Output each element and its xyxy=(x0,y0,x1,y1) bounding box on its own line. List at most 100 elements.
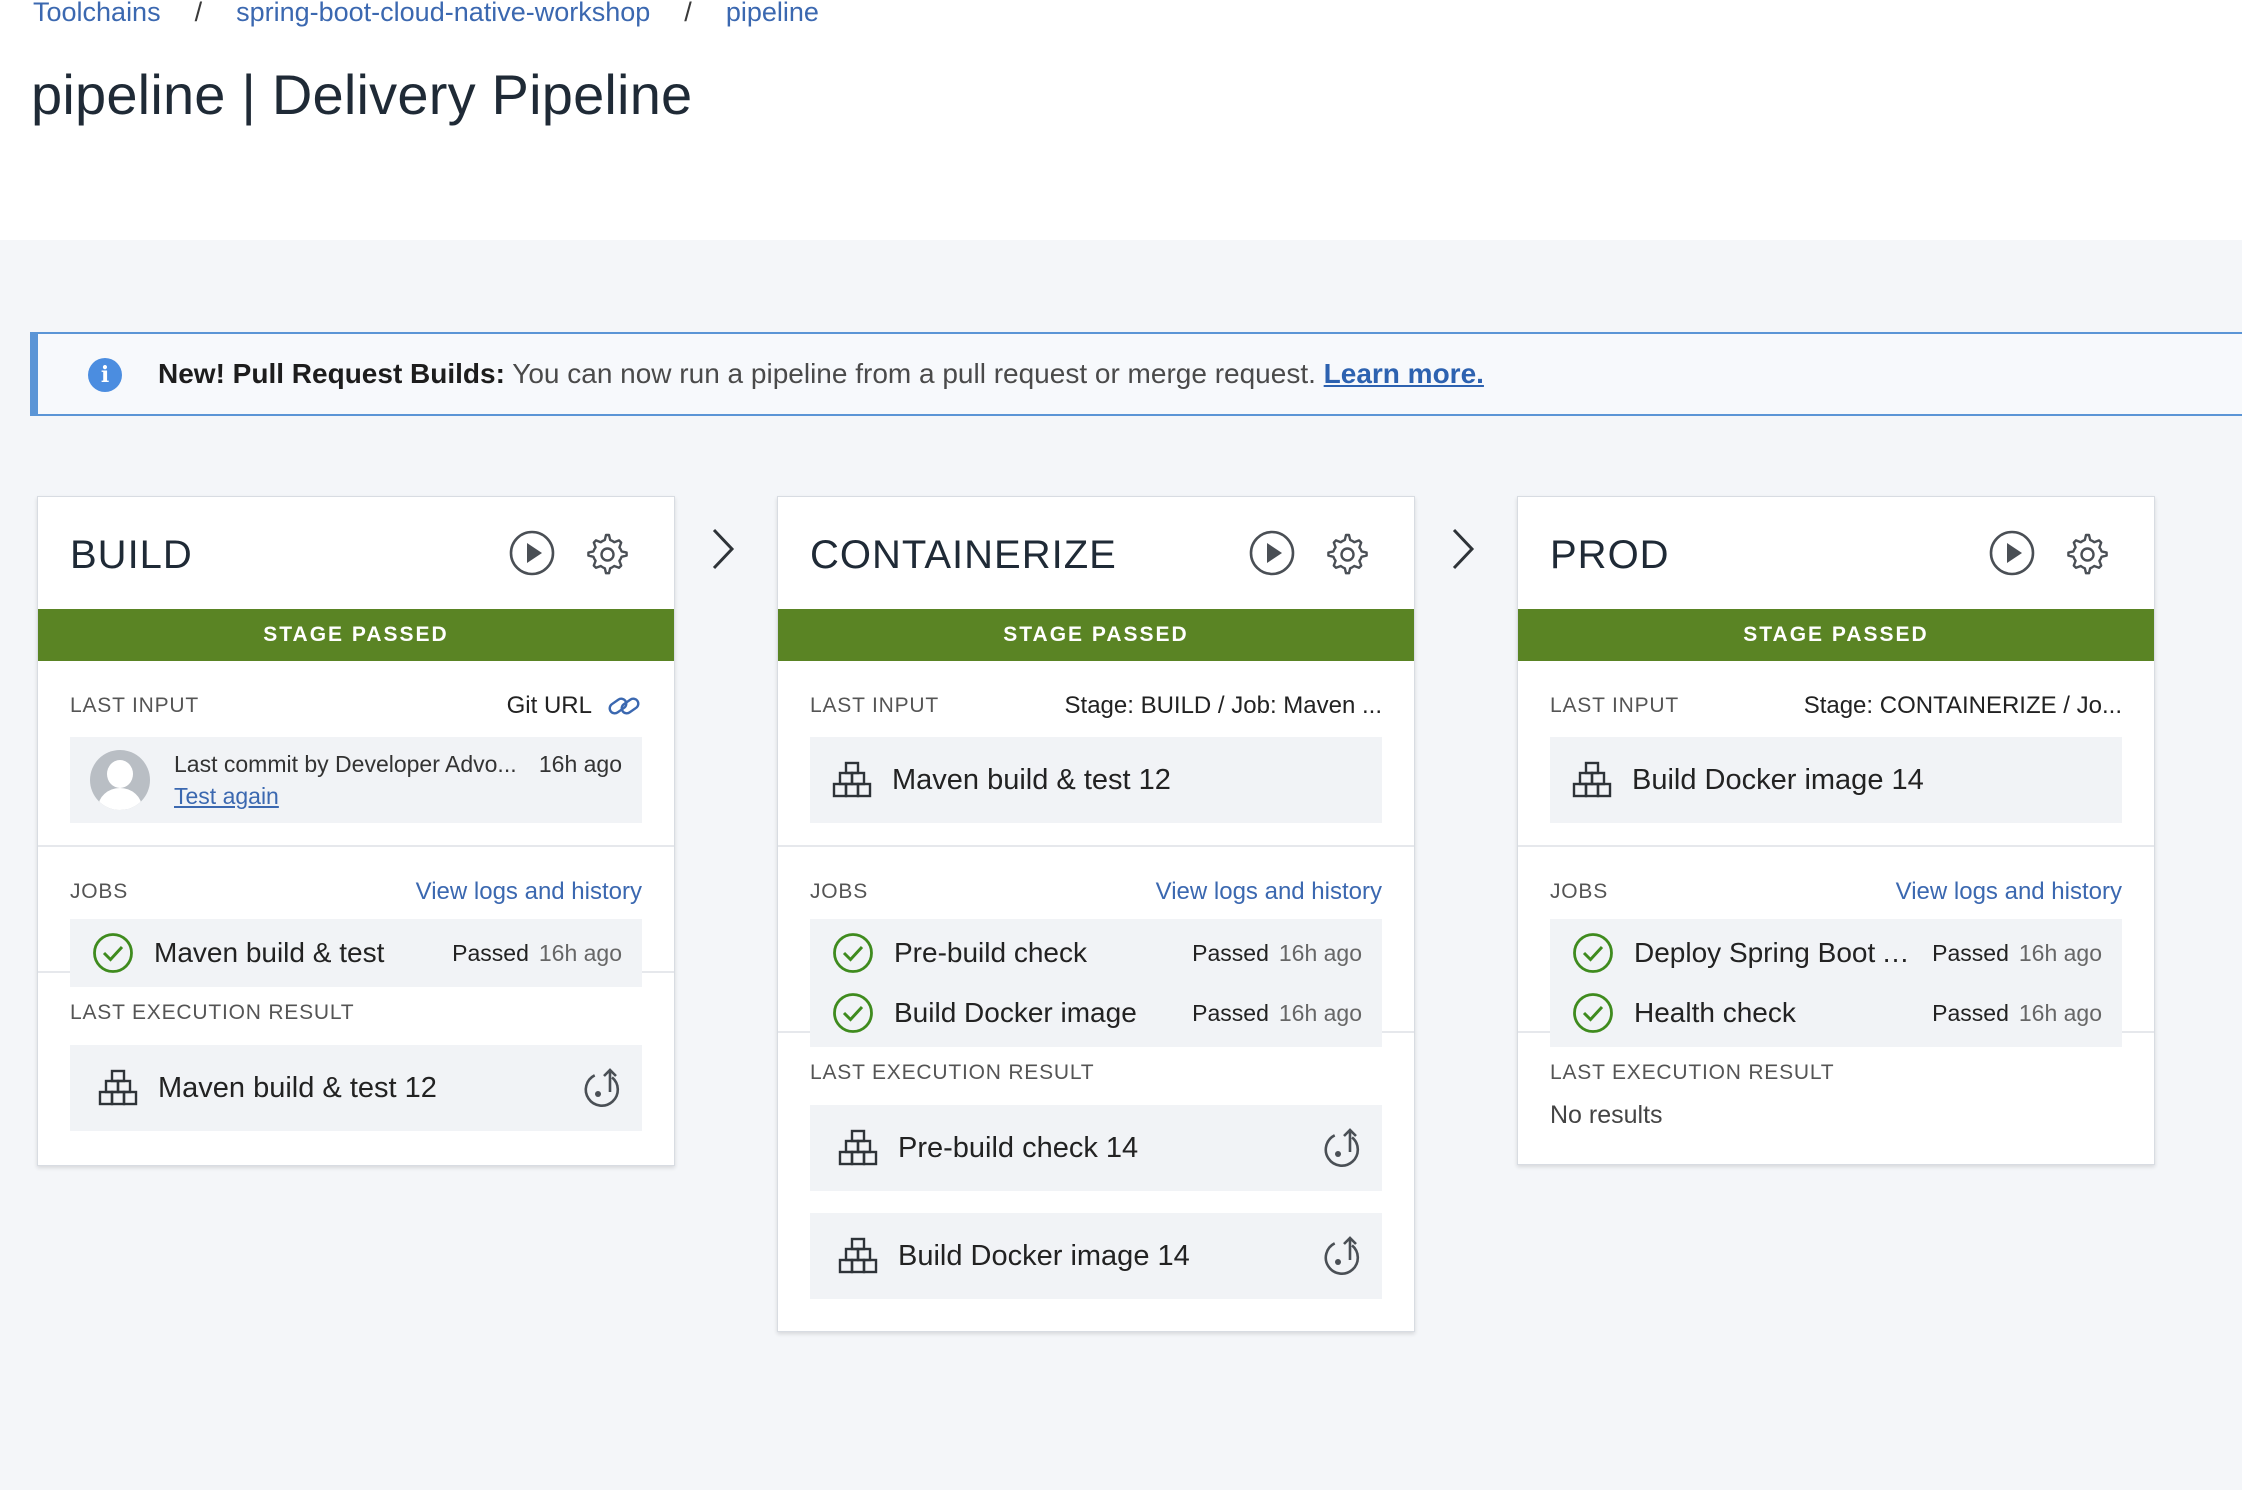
check-circle-icon xyxy=(92,932,134,974)
last-execution-section: LAST EXECUTION RESULT Maven build & test… xyxy=(38,973,674,1131)
job-status: Passed xyxy=(1192,939,1269,966)
last-execution-section: LAST EXECUTION RESULT Pre-build check 14… xyxy=(778,1033,1414,1299)
job-icon xyxy=(98,1068,138,1108)
test-again-link[interactable]: Test again xyxy=(174,783,279,809)
commit-box: Last commit by Developer Advo... 16h ago… xyxy=(70,737,642,823)
result-item[interactable]: Pre-build check 14 xyxy=(810,1105,1382,1191)
chevron-right-icon xyxy=(1446,524,1480,574)
link-icon[interactable] xyxy=(606,688,642,724)
redeploy-icon[interactable] xyxy=(1318,1234,1362,1278)
job-status: Passed xyxy=(452,939,529,966)
last-execution-label: LAST EXECUTION RESULT xyxy=(810,1061,1095,1084)
stage-containerize: CONTAINERIZE STAGE PASSED LAST INPUT Sta… xyxy=(777,496,1415,1332)
header: Toolchains / spring-boot-cloud-native-wo… xyxy=(0,0,2242,240)
run-stage-icon[interactable] xyxy=(1988,529,2036,577)
redeploy-icon[interactable] xyxy=(1318,1126,1362,1170)
job-row[interactable]: Deploy Spring Boot A... Passed 16h ago xyxy=(1550,923,2122,983)
job-name: Health check xyxy=(1634,997,1796,1028)
breadcrumb-toolchains[interactable]: Toolchains xyxy=(33,0,161,28)
jobs-list: Deploy Spring Boot A... Passed 16h ago H… xyxy=(1550,919,2122,1047)
stage-header: PROD xyxy=(1518,497,2154,609)
result-name: Maven build & test 12 xyxy=(158,1071,437,1104)
breadcrumb-toolchain-name[interactable]: spring-boot-cloud-native-workshop xyxy=(236,0,650,28)
last-input-label: LAST INPUT xyxy=(1550,694,1679,717)
banner-title: New! Pull Request Builds: xyxy=(158,358,505,389)
stage-status-bar: STAGE PASSED xyxy=(1518,609,2154,661)
jobs-list: Pre-build check Passed 16h ago Build Doc… xyxy=(810,919,1382,1047)
check-circle-icon xyxy=(1572,932,1614,974)
job-name: Build Docker image xyxy=(894,997,1137,1028)
input-source: Git URL xyxy=(507,688,642,724)
commit-text: Last commit by Developer Advo... xyxy=(174,751,517,777)
input-item[interactable]: Maven build & test 12 xyxy=(810,737,1382,823)
result-name: Build Docker image 14 xyxy=(898,1239,1190,1272)
job-time: 16h ago xyxy=(1278,939,1362,966)
stage-header: CONTAINERIZE xyxy=(778,497,1414,609)
stage-build: BUILD STAGE PASSED LAST INPUT Git URL La… xyxy=(37,496,675,1166)
view-logs-link[interactable]: View logs and history xyxy=(416,878,642,906)
jobs-section: JOBS View logs and history Pre-build che… xyxy=(778,847,1414,1047)
chevron-right-icon xyxy=(706,524,740,574)
last-execution-label: LAST EXECUTION RESULT xyxy=(70,1001,355,1024)
job-time: 16h ago xyxy=(2018,939,2102,966)
jobs-label: JOBS xyxy=(1550,880,1609,903)
run-stage-icon[interactable] xyxy=(508,529,556,577)
job-row[interactable]: Pre-build check Passed 16h ago xyxy=(810,923,1382,983)
last-input-section: LAST INPUT Stage: CONTAINERIZE / Jo... B… xyxy=(1518,661,2154,847)
input-item[interactable]: Build Docker image 14 xyxy=(1550,737,2122,823)
job-name: Pre-build check xyxy=(894,937,1087,968)
stage-title: CONTAINERIZE xyxy=(810,533,1117,577)
avatar xyxy=(90,750,150,810)
learn-more-link[interactable]: Learn more. xyxy=(1324,358,1484,389)
check-circle-icon xyxy=(832,932,874,974)
jobs-label: JOBS xyxy=(810,880,869,903)
job-icon xyxy=(1572,760,1612,800)
job-icon xyxy=(838,1236,878,1276)
job-name: Maven build & test xyxy=(154,937,385,968)
jobs-label: JOBS xyxy=(70,880,129,903)
check-circle-icon xyxy=(832,992,874,1034)
job-time: 16h ago xyxy=(538,939,622,966)
no-results-text: No results xyxy=(1550,1101,1663,1129)
last-execution-section: LAST EXECUTION RESULT No results xyxy=(1518,1033,2154,1164)
input-item-name: Build Docker image 14 xyxy=(1632,763,1924,796)
input-source[interactable]: Stage: BUILD / Job: Maven ... xyxy=(1065,692,1382,720)
job-icon xyxy=(832,760,872,800)
job-icon xyxy=(838,1128,878,1168)
breadcrumb-pipeline[interactable]: pipeline xyxy=(726,0,819,28)
run-stage-icon[interactable] xyxy=(1248,529,1296,577)
view-logs-link[interactable]: View logs and history xyxy=(1896,878,2122,906)
gear-icon[interactable] xyxy=(1322,529,1370,577)
stage-prod: PROD STAGE PASSED LAST INPUT Stage: CONT… xyxy=(1517,496,2155,1165)
jobs-section: JOBS View logs and history Maven build &… xyxy=(38,847,674,987)
job-status: Passed xyxy=(1932,939,2009,966)
commit-time: 16h ago xyxy=(538,751,622,777)
input-item-name: Maven build & test 12 xyxy=(892,763,1171,796)
result-name: Pre-build check 14 xyxy=(898,1131,1139,1164)
gear-icon[interactable] xyxy=(2062,529,2110,577)
stage-status-bar: STAGE PASSED xyxy=(38,609,674,661)
page-title: pipeline | Delivery Pipeline xyxy=(31,63,693,126)
last-execution-label: LAST EXECUTION RESULT xyxy=(1550,1061,1835,1084)
gear-icon[interactable] xyxy=(582,529,630,577)
banner-message: New! Pull Request Builds: You can now ru… xyxy=(158,354,1484,394)
info-banner: i New! Pull Request Builds: You can now … xyxy=(30,332,2242,416)
result-item[interactable]: Build Docker image 14 xyxy=(810,1213,1382,1299)
jobs-section: JOBS View logs and history Deploy Spring… xyxy=(1518,847,2154,1047)
job-status: Passed xyxy=(1932,999,2009,1026)
last-input-section: LAST INPUT Stage: BUILD / Job: Maven ...… xyxy=(778,661,1414,847)
check-circle-icon xyxy=(1572,992,1614,1034)
breadcrumb: Toolchains / spring-boot-cloud-native-wo… xyxy=(33,0,819,32)
redeploy-icon[interactable] xyxy=(578,1066,622,1110)
view-logs-link[interactable]: View logs and history xyxy=(1156,878,1382,906)
stage-title: BUILD xyxy=(70,533,193,577)
last-input-label: LAST INPUT xyxy=(810,694,939,717)
last-input-section: LAST INPUT Git URL Last commit by Develo… xyxy=(38,661,674,847)
git-url-label: Git URL xyxy=(506,692,592,719)
result-item[interactable]: Maven build & test 12 xyxy=(70,1045,642,1131)
stage-title: PROD xyxy=(1550,533,1670,577)
info-icon: i xyxy=(88,358,122,392)
input-source[interactable]: Stage: CONTAINERIZE / Jo... xyxy=(1804,692,2122,720)
job-time: 16h ago xyxy=(1278,999,1362,1026)
job-time: 16h ago xyxy=(2018,999,2102,1026)
